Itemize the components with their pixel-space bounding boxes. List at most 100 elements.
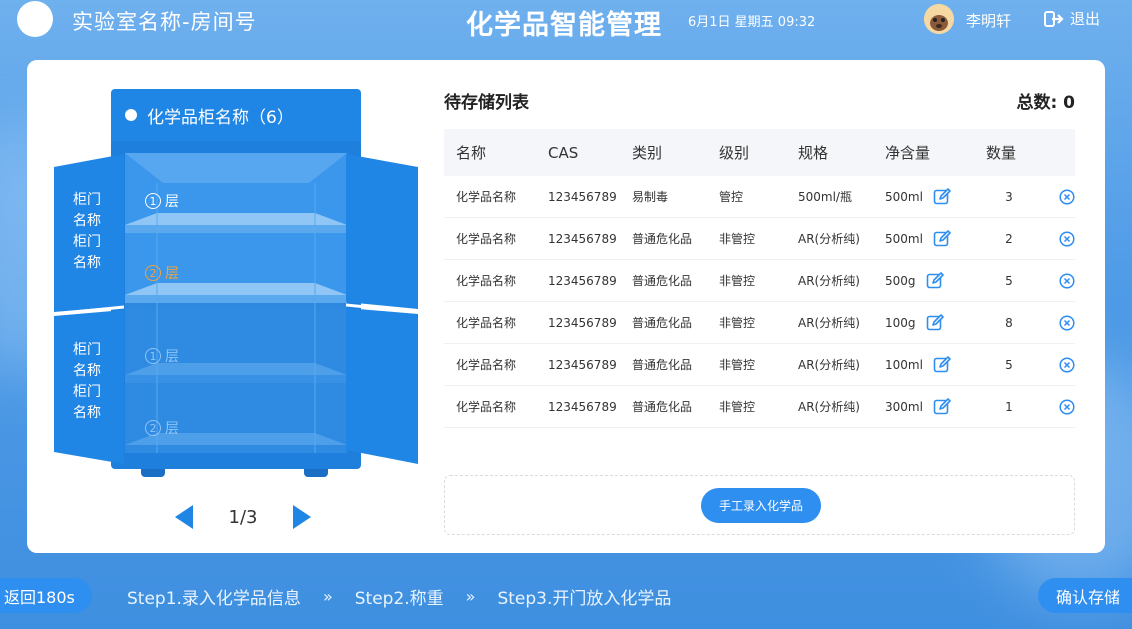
cell-cas: 123456789	[548, 357, 617, 372]
cell-quantity: 2	[1005, 231, 1013, 246]
main-card: 化学品柜名称（6） 1 层 2 层 1 层 2 层 柜门 名称 柜门 名称 柜门…	[27, 60, 1105, 553]
cell-spec: AR(分析纯)	[798, 232, 860, 246]
net-content-value: 500ml	[885, 231, 923, 246]
door-name-text: 柜门 名称 柜门 名称	[73, 192, 101, 271]
close-circle-icon[interactable]	[1059, 314, 1075, 331]
cell-category: 普通危化品	[632, 232, 693, 246]
column-header: 级别	[719, 144, 750, 162]
edit-icon[interactable]	[933, 397, 951, 416]
user-avatar	[924, 4, 954, 34]
cabinet-name-header[interactable]: 化学品柜名称（6）	[111, 89, 361, 141]
list-title: 待存储列表	[444, 93, 529, 113]
cell-spec: AR(分析纯)	[798, 274, 860, 288]
cell-cas: 123456789	[548, 399, 617, 414]
page-indicator: 1/3	[228, 506, 258, 528]
edit-icon[interactable]	[926, 313, 944, 332]
cabinet-name: 化学品柜名称（6）	[147, 107, 294, 128]
net-content-value: 100ml	[885, 357, 923, 372]
table-row: 化学品名称 123456789 易制毒 管控 500ml/瓶 500ml 3	[444, 176, 1075, 218]
total-count: 总数: 0	[1016, 93, 1075, 113]
cell-cas: 123456789	[548, 315, 617, 330]
cell-net-content: 500ml	[885, 229, 986, 248]
shelf-layer-1[interactable]: 1 层	[145, 191, 179, 211]
left-door-lower-label[interactable]: 柜门 名称 柜门 名称	[57, 340, 117, 424]
close-circle-icon[interactable]	[1059, 272, 1075, 289]
arrow-left-icon[interactable]	[175, 505, 193, 529]
cell-level: 非管控	[719, 316, 756, 330]
edit-icon[interactable]	[933, 229, 951, 248]
edit-icon[interactable]	[926, 271, 944, 290]
manual-entry-area: 手工录入化学品	[444, 475, 1075, 535]
close-circle-icon[interactable]	[1059, 230, 1075, 247]
column-header: 数量	[986, 144, 1017, 162]
cell-category: 易制毒	[632, 190, 669, 204]
table-row: 化学品名称 123456789 普通危化品 非管控 AR(分析纯) 100g 8	[444, 302, 1075, 344]
edit-icon[interactable]	[933, 187, 951, 206]
column-header: 净含量	[885, 144, 931, 162]
cell-name: 化学品名称	[456, 274, 517, 288]
left-door-upper-label[interactable]: 柜门 名称 柜门 名称	[57, 190, 117, 274]
cabinet-pager: 1/3	[175, 505, 311, 529]
step-3: Step3.开门放入化学品	[497, 589, 672, 609]
shelf-layer-2[interactable]: 2 层	[145, 263, 179, 283]
cabinet-foot	[304, 469, 328, 477]
door-name-text: 柜门 名称 柜门 名称	[73, 342, 101, 421]
cell-name: 化学品名称	[456, 232, 517, 246]
shelf-layer-3[interactable]: 1 层	[145, 346, 179, 366]
cell-net-content: 100g	[885, 313, 986, 332]
layer-label: 层	[165, 266, 179, 282]
cell-name: 化学品名称	[456, 190, 517, 204]
confirm-storage-button[interactable]: 确认存储	[1038, 578, 1132, 613]
cell-name: 化学品名称	[456, 358, 517, 372]
step-2: Step2.称重	[354, 589, 444, 609]
cell-spec: AR(分析纯)	[798, 358, 860, 372]
pending-storage-table: 名称 CAS 类别 级别 规格 净含量 数量 化学品名称 123456789 易制毒…	[444, 129, 1075, 428]
layer-number: 2	[145, 265, 161, 281]
status-dot-icon	[125, 109, 137, 121]
net-content-value: 500g	[885, 273, 916, 288]
cell-category: 普通危化品	[632, 274, 693, 288]
column-header: 规格	[798, 144, 829, 162]
logo	[17, 1, 53, 37]
table-row: 化学品名称 123456789 普通危化品 非管控 AR(分析纯) 100ml 5	[444, 344, 1075, 386]
lab-room-name: 实验室名称-房间号	[72, 10, 257, 34]
cell-net-content: 500ml	[885, 187, 986, 206]
arrow-right-icon[interactable]	[293, 505, 311, 529]
logout-icon	[1044, 10, 1064, 27]
close-circle-icon[interactable]	[1059, 188, 1075, 205]
net-content-value: 300ml	[885, 399, 923, 414]
cell-name: 化学品名称	[456, 316, 517, 330]
step-separator: »	[322, 587, 333, 606]
layer-label: 层	[165, 349, 179, 365]
cell-level: 非管控	[719, 274, 756, 288]
right-door-drawing	[346, 154, 418, 464]
cell-quantity: 5	[1005, 273, 1013, 288]
cell-level: 非管控	[719, 400, 756, 414]
layer-number: 1	[145, 348, 161, 364]
user-name: 李明轩	[966, 12, 1012, 30]
cell-cas: 123456789	[548, 189, 617, 204]
step-1: Step1.录入化学品信息	[127, 589, 301, 609]
logout-button[interactable]: 退出	[1044, 8, 1100, 29]
column-header: 类别	[632, 144, 663, 162]
cell-level: 非管控	[719, 358, 756, 372]
edit-icon[interactable]	[933, 355, 951, 374]
shelf-layer-4[interactable]: 2 层	[145, 418, 179, 438]
datetime: 6月1日 星期五 09:32	[688, 15, 816, 30]
manual-entry-button[interactable]: 手工录入化学品	[701, 488, 821, 523]
close-circle-icon[interactable]	[1059, 356, 1075, 373]
cell-spec: AR(分析纯)	[798, 316, 860, 330]
close-circle-icon[interactable]	[1059, 398, 1075, 415]
cabinet-interior: 1 层 2 层 1 层 2 层	[125, 153, 347, 453]
layer-number: 1	[145, 193, 161, 209]
layer-number: 2	[145, 420, 161, 436]
back-button[interactable]: 返回180s	[0, 578, 92, 613]
table-header: 名称 CAS 类别 级别 规格 净含量 数量	[444, 129, 1075, 176]
table-row: 化学品名称 123456789 普通危化品 非管控 AR(分析纯) 500ml 2	[444, 218, 1075, 260]
cell-net-content: 500g	[885, 271, 986, 290]
cell-level: 管控	[719, 190, 744, 204]
cell-net-content: 300ml	[885, 397, 986, 416]
cell-net-content: 100ml	[885, 355, 986, 374]
cell-quantity: 1	[1005, 399, 1013, 414]
cell-spec: AR(分析纯)	[798, 400, 860, 414]
